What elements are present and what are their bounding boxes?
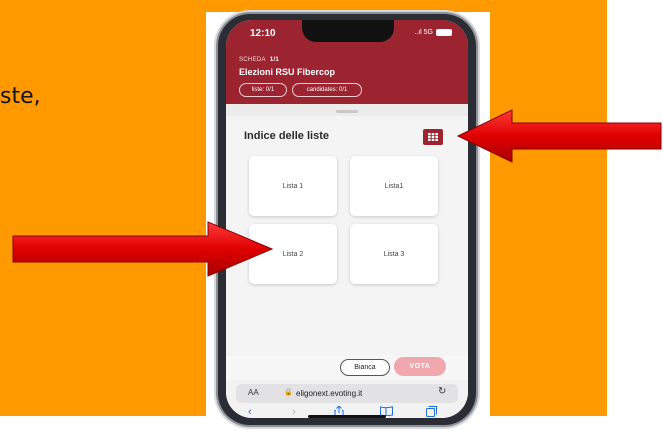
list-card-lista-1[interactable]: Lista 1 [249,156,337,216]
scheda-value: 1/1 [269,57,280,63]
list-card-label: Lista1 [384,182,404,190]
vota-button[interactable]: VOTA [394,357,446,376]
list-card-lista1[interactable]: Lista1 [350,156,438,216]
list-card-label: Lista 2 [282,250,304,258]
home-indicator [308,415,386,418]
phone-notch [302,20,394,42]
arrow-right [12,221,274,277]
liste-counter-pill: liste: 0/1 [239,83,287,97]
status-time: 12:10 [250,28,276,39]
slide-text: ste, [0,84,41,109]
phone-screen: 12:10 ..ıl 5G SCHEDA 1/1 Elezioni RSU Fib… [226,20,468,418]
grid-view-button[interactable] [423,129,443,145]
forward-icon[interactable]: › [292,406,296,418]
drag-handle[interactable] [336,110,358,113]
list-card-label: Lista 1 [282,182,304,190]
reload-icon[interactable]: ↻ [438,386,446,397]
election-title: Elezioni RSU Fibercop [239,67,336,77]
candidates-counter-pill: candidates: 0/1 [292,83,362,97]
section-title: Indice delle liste [244,130,329,142]
bianca-button[interactable]: Bianca [340,359,390,376]
text-size-button[interactable]: AA [248,388,259,397]
scheda-counter: SCHEDA 1/1 [239,57,279,63]
arrow-left [456,109,662,163]
grid-icon [428,133,438,141]
back-icon[interactable]: ‹ [248,406,252,418]
status-indicators: ..ıl 5G [414,29,452,36]
url-text: eligonext.evoting.it [296,389,363,398]
lock-icon: 🔒 [284,389,293,396]
list-card-label: Lista 3 [383,250,405,258]
list-card-lista-3[interactable]: Lista 3 [350,224,438,284]
tabs-icon[interactable] [426,406,437,418]
scheda-label: SCHEDA [239,57,266,63]
battery-icon [436,29,452,36]
signal-label: ..ıl 5G [414,29,433,36]
